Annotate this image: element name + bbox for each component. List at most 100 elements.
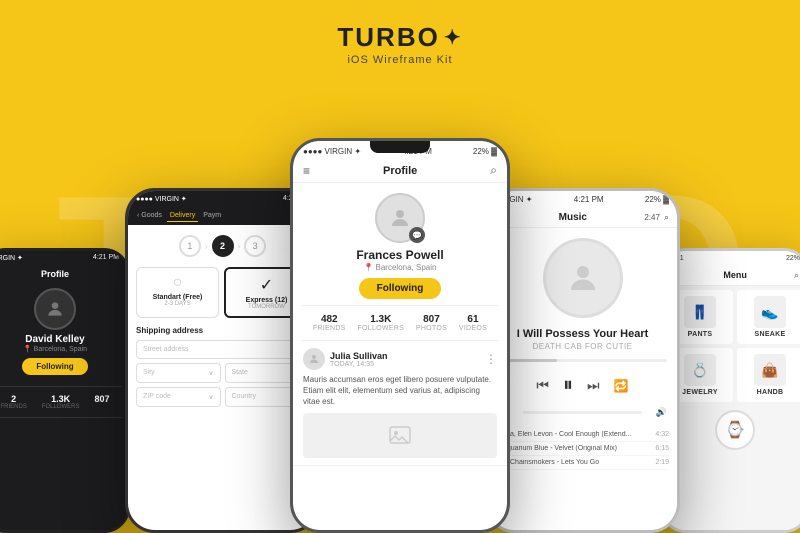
queue-item-2-title: Jacquarium Blue - Velvet (Original Mix) <box>496 445 655 452</box>
category-sneakers[interactable]: 👟 SNEAKE <box>737 290 800 344</box>
music-screen: VIRGIN ✦ 4:21 PM 22% ▓ ≡ Music 2:47 ⌕ I … <box>488 191 677 530</box>
dark-following-button[interactable]: Following <box>22 358 87 375</box>
dark-profile-location: 📍 Barcelona, Spain <box>23 345 87 353</box>
nav-search-icon[interactable]: ⌕ <box>490 163 497 178</box>
volume-slider[interactable] <box>523 411 642 414</box>
left-carrier: ●●●● VIRGIN ✦ <box>136 195 187 203</box>
pants-label: PANTS <box>673 331 727 338</box>
step-3: 3 <box>244 235 266 257</box>
sneakers-label: SNEAKE <box>743 331 797 338</box>
following-button[interactable]: Following <box>359 278 442 299</box>
city-field[interactable]: Sity∨ <box>136 363 221 383</box>
left-status-bar: ●●●● VIRGIN ✦ 4:21 PM <box>128 191 317 207</box>
queue-item-1-title: prada, Elen Levon - Cool Enough (Extend.… <box>496 431 655 438</box>
standard-icon: ○ <box>143 274 212 292</box>
step-1: 1 <box>179 235 201 257</box>
play-pause-button[interactable]: ⏸ <box>563 374 573 397</box>
music-time-display: 2:47 <box>644 213 660 222</box>
dark-stat-followers: 1.3K FOLLOWERS <box>42 394 80 410</box>
delivery-tabs: ‹ Goods Delivery Paym <box>128 207 317 225</box>
dark-profile-stats: 2 FRIENDS 1.3K FOLLOWERS 807 <box>0 386 122 418</box>
far-left-nav-title: Profile <box>41 269 69 279</box>
shopping-bottom-item: ⌚ <box>663 410 800 450</box>
profile-name: Frances Powell <box>356 248 443 262</box>
volume-high-icon: 🔊 <box>656 407 667 418</box>
music-nav-right: 2:47 ⌕ <box>644 212 669 223</box>
handbags-label: HANDB <box>743 389 797 396</box>
shopping-search-icon[interactable]: ⌕ <box>794 270 799 281</box>
far-left-carrier: VIRGIN ✦ <box>0 254 23 262</box>
step-arrow-2: › <box>238 242 241 251</box>
music-album-art <box>543 238 623 318</box>
tab-payment[interactable]: Paym <box>200 210 224 222</box>
feed-item-1: Julia Sullivan TODAY, 14:35 ⋮ Mauris acc… <box>293 341 507 466</box>
profile-nav-title: Profile <box>383 165 417 177</box>
pants-icon: 👖 <box>684 296 716 328</box>
category-handbags[interactable]: 👜 HANDB <box>737 348 800 402</box>
queue-item-1-duration: 4:32 <box>655 431 669 438</box>
main-carrier: ●●●● VIRGIN ✦ <box>303 147 361 156</box>
right-battery: 22% ▓ <box>645 195 669 204</box>
shopping-categories-grid: 👖 PANTS 👟 SNEAKE 💍 JEWELRY 👜 HANDB <box>663 286 800 406</box>
brand-name: TURBO <box>337 22 439 53</box>
shipping-standard[interactable]: ○ Standart (Free) 2-3 DAYS <box>136 267 219 318</box>
handbags-icon: 👜 <box>754 354 786 386</box>
music-controls: ⏮ ⏸ ⏭ 🔁 <box>488 370 677 401</box>
step-arrow-1: › <box>205 242 208 251</box>
main-notch <box>370 141 430 153</box>
sun-icon: ✦ <box>444 25 463 50</box>
zip-field[interactable]: ZIP code∨ <box>136 387 221 407</box>
standard-name: Standart (Free) <box>143 294 212 301</box>
far-left-time: 4:21 PM <box>93 254 119 262</box>
shopping-nav-title: Menu <box>723 270 747 281</box>
stat-followers: 1.3K FOLLOWERS <box>357 314 404 332</box>
form-title: Shipping address <box>136 326 309 335</box>
branding-header: TURBO ✦ iOS Wireframe Kit <box>337 22 462 66</box>
profile-stats: 482 FRIENDS 1.3K FOLLOWERS 807 PHOTOS 61… <box>301 305 499 341</box>
music-song-title: I Will Possess Your Heart <box>488 328 677 340</box>
music-artist: Death Cab for Cutie <box>488 342 677 351</box>
shopping-screen: 4:21 22% ≡ Menu ⌕ 👖 PANTS 👟 SNEAKE 💍 JEW… <box>663 251 800 530</box>
message-badge: 💬 <box>409 227 425 243</box>
jewelry-label: JEWELRY <box>673 389 727 396</box>
dark-avatar <box>34 288 76 330</box>
feed-time: TODAY, 14:35 <box>330 361 388 368</box>
tab-delivery[interactable]: Delivery <box>167 210 198 222</box>
music-progress-bar[interactable] <box>498 359 667 362</box>
dark-profile-info: David Kelley 📍 Barcelona, Spain Followin… <box>0 283 127 380</box>
music-search-icon[interactable]: ⌕ <box>664 212 669 223</box>
profile-header: 💬 Frances Powell 📍Barcelona, Spain Follo… <box>293 183 507 305</box>
right-status-bar: VIRGIN ✦ 4:21 PM 22% ▓ <box>488 191 677 208</box>
queue-item-1[interactable]: prada, Elen Levon - Cool Enough (Extend.… <box>496 428 669 442</box>
profile-location: 📍Barcelona, Spain <box>364 263 437 272</box>
shopping-nav: ≡ Menu ⌕ <box>663 266 800 286</box>
sneakers-icon: 👟 <box>754 296 786 328</box>
main-battery: 22% ▓ <box>473 147 497 156</box>
hamburger-icon[interactable]: ≡ <box>303 164 310 178</box>
standard-days: 2-3 DAYS <box>143 301 212 307</box>
feed-more-icon[interactable]: ⋮ <box>485 352 497 366</box>
tab-goods[interactable]: ‹ Goods <box>134 210 165 222</box>
next-button[interactable]: ⏭ <box>587 377 600 394</box>
profile-nav: ≡ Profile ⌕ <box>293 159 507 183</box>
feed-avatar <box>303 348 325 370</box>
phone-main: ●●●● VIRGIN ✦ 4:21 PM 22% ▓ ≡ Profile ⌕ … <box>290 138 510 533</box>
phone-right: VIRGIN ✦ 4:21 PM 22% ▓ ≡ Music 2:47 ⌕ I … <box>485 188 680 533</box>
shipping-options: ○ Standart (Free) 2-3 DAYS ✓ Express (12… <box>128 267 317 326</box>
street-address-field[interactable]: Street address <box>136 340 309 359</box>
music-queue: prada, Elen Levon - Cool Enough (Extend.… <box>488 424 677 474</box>
dark-stat-photos: 807 <box>94 394 109 410</box>
music-nav: ≡ Music 2:47 ⌕ <box>488 208 677 228</box>
dark-stat-friends: 2 FRIENDS <box>0 394 26 410</box>
prev-button[interactable]: ⏮ <box>536 377 549 394</box>
volume-control: 🔈 🔊 <box>488 401 677 424</box>
stat-videos: 61 VIDEOS <box>459 314 487 332</box>
repeat-button[interactable]: 🔁 <box>614 379 629 393</box>
brand-title: TURBO ✦ <box>337 22 462 53</box>
watch-icon: ⌚ <box>715 410 755 450</box>
zip-country-row: ZIP code∨ Country∨ <box>136 387 309 407</box>
stat-friends: 482 FRIENDS <box>313 314 346 332</box>
feed-text: Mauris accumsan eros eget libero posuere… <box>303 374 497 408</box>
queue-item-2[interactable]: Jacquarium Blue - Velvet (Original Mix) … <box>496 442 669 456</box>
queue-item-3[interactable]: The Chainsmokers - Lets You Go 2:19 <box>496 456 669 470</box>
